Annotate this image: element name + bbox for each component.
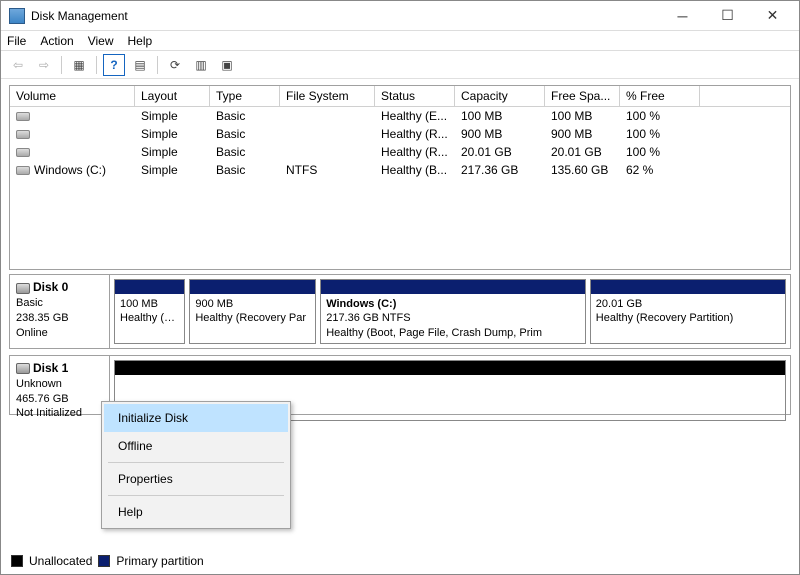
col-capacity[interactable]: Capacity	[455, 86, 545, 106]
toolbar: ⇦ ⇨ ▦ ? ▤ ⟳ ▥ ▣	[1, 51, 799, 79]
partition[interactable]: Windows (C:)217.36 GB NTFSHealthy (Boot,…	[320, 279, 586, 344]
menu-help[interactable]: Help	[128, 34, 153, 48]
ctx-separator	[108, 462, 284, 463]
volume-row[interactable]: Windows (C:)SimpleBasicNTFSHealthy (B...…	[10, 161, 790, 179]
ctx-offline[interactable]: Offline	[104, 432, 288, 460]
partition-info: Windows (C:)217.36 GB NTFSHealthy (Boot,…	[321, 294, 585, 343]
toolbar-btn-4[interactable]: ▣	[216, 54, 238, 76]
partition-info: 20.01 GBHealthy (Recovery Partition)	[591, 294, 785, 329]
volume-list-body: SimpleBasicHealthy (E...100 MB100 MB100 …	[10, 107, 790, 269]
menu-action[interactable]: Action	[40, 34, 73, 48]
col-status[interactable]: Status	[375, 86, 455, 106]
partition-color-bar	[591, 280, 785, 294]
ctx-help[interactable]: Help	[104, 498, 288, 526]
col-free-space[interactable]: Free Spa...	[545, 86, 620, 106]
legend-swatch-primary	[98, 555, 110, 567]
disk-meta[interactable]: Disk 0Basic238.35 GBOnline	[10, 275, 110, 348]
partition[interactable]: 900 MBHealthy (Recovery Par	[189, 279, 316, 344]
partition[interactable]: 20.01 GBHealthy (Recovery Partition)	[590, 279, 786, 344]
partition-color-bar	[115, 280, 184, 294]
toolbar-btn-3[interactable]: ▥	[190, 54, 212, 76]
legend-unallocated-label: Unallocated	[29, 554, 92, 568]
partition-color-bar	[321, 280, 585, 294]
toolbar-separator	[157, 56, 158, 74]
disk-icon	[16, 130, 30, 139]
volume-list: Volume Layout Type File System Status Ca…	[9, 85, 791, 270]
window-title: Disk Management	[31, 9, 660, 23]
col-type[interactable]: Type	[210, 86, 280, 106]
app-icon	[9, 8, 25, 24]
menu-view[interactable]: View	[88, 34, 114, 48]
partition[interactable]: 100 MBHealthy (EFI S	[114, 279, 185, 344]
partition-info	[115, 375, 785, 381]
ctx-properties[interactable]: Properties	[104, 465, 288, 493]
disk-icon	[16, 363, 30, 374]
col-filesystem[interactable]: File System	[280, 86, 375, 106]
toolbar-separator	[61, 56, 62, 74]
disk-icon	[16, 166, 30, 175]
minimize-button[interactable]: ─	[660, 2, 705, 30]
back-button[interactable]: ⇦	[7, 54, 29, 76]
context-menu: Initialize Disk Offline Properties Help	[101, 401, 291, 529]
disk-icon	[16, 112, 30, 121]
close-button[interactable]: ✕	[750, 2, 795, 30]
maximize-button[interactable]: ☐	[705, 2, 750, 30]
title-bar: Disk Management ─ ☐ ✕	[1, 1, 799, 31]
col-percent-free[interactable]: % Free	[620, 86, 700, 106]
disk-meta[interactable]: Disk 1Unknown465.76 GBNot Initialized	[10, 356, 110, 425]
disk-icon	[16, 148, 30, 157]
forward-button[interactable]: ⇨	[33, 54, 55, 76]
legend-primary-label: Primary partition	[116, 554, 203, 568]
toolbar-btn-2[interactable]: ▤	[129, 54, 151, 76]
legend: Unallocated Primary partition	[11, 554, 204, 568]
menu-file[interactable]: File	[7, 34, 26, 48]
volume-row[interactable]: SimpleBasicHealthy (E...100 MB100 MB100 …	[10, 107, 790, 125]
toolbar-btn-1[interactable]: ▦	[68, 54, 90, 76]
menu-bar: File Action View Help	[1, 31, 799, 51]
disk-panel: Disk 0Basic238.35 GBOnline100 MBHealthy …	[9, 274, 791, 349]
partition-color-bar	[115, 361, 785, 375]
disk-graphical-view: Disk 0Basic238.35 GBOnline100 MBHealthy …	[9, 274, 791, 415]
partition-info: 100 MBHealthy (EFI S	[115, 294, 184, 329]
volume-row[interactable]: SimpleBasicHealthy (R...20.01 GB20.01 GB…	[10, 143, 790, 161]
legend-swatch-unallocated	[11, 555, 23, 567]
disk-icon	[16, 283, 30, 294]
ctx-separator	[108, 495, 284, 496]
refresh-icon[interactable]: ⟳	[164, 54, 186, 76]
disk-partitions: 100 MBHealthy (EFI S900 MBHealthy (Recov…	[110, 275, 790, 348]
help-icon[interactable]: ?	[103, 54, 125, 76]
volume-list-header: Volume Layout Type File System Status Ca…	[10, 86, 790, 107]
volume-row[interactable]: SimpleBasicHealthy (R...900 MB900 MB100 …	[10, 125, 790, 143]
col-volume[interactable]: Volume	[10, 86, 135, 106]
partition-info: 900 MBHealthy (Recovery Par	[190, 294, 315, 329]
partition-color-bar	[190, 280, 315, 294]
col-layout[interactable]: Layout	[135, 86, 210, 106]
toolbar-separator	[96, 56, 97, 74]
ctx-initialize-disk[interactable]: Initialize Disk	[104, 404, 288, 432]
